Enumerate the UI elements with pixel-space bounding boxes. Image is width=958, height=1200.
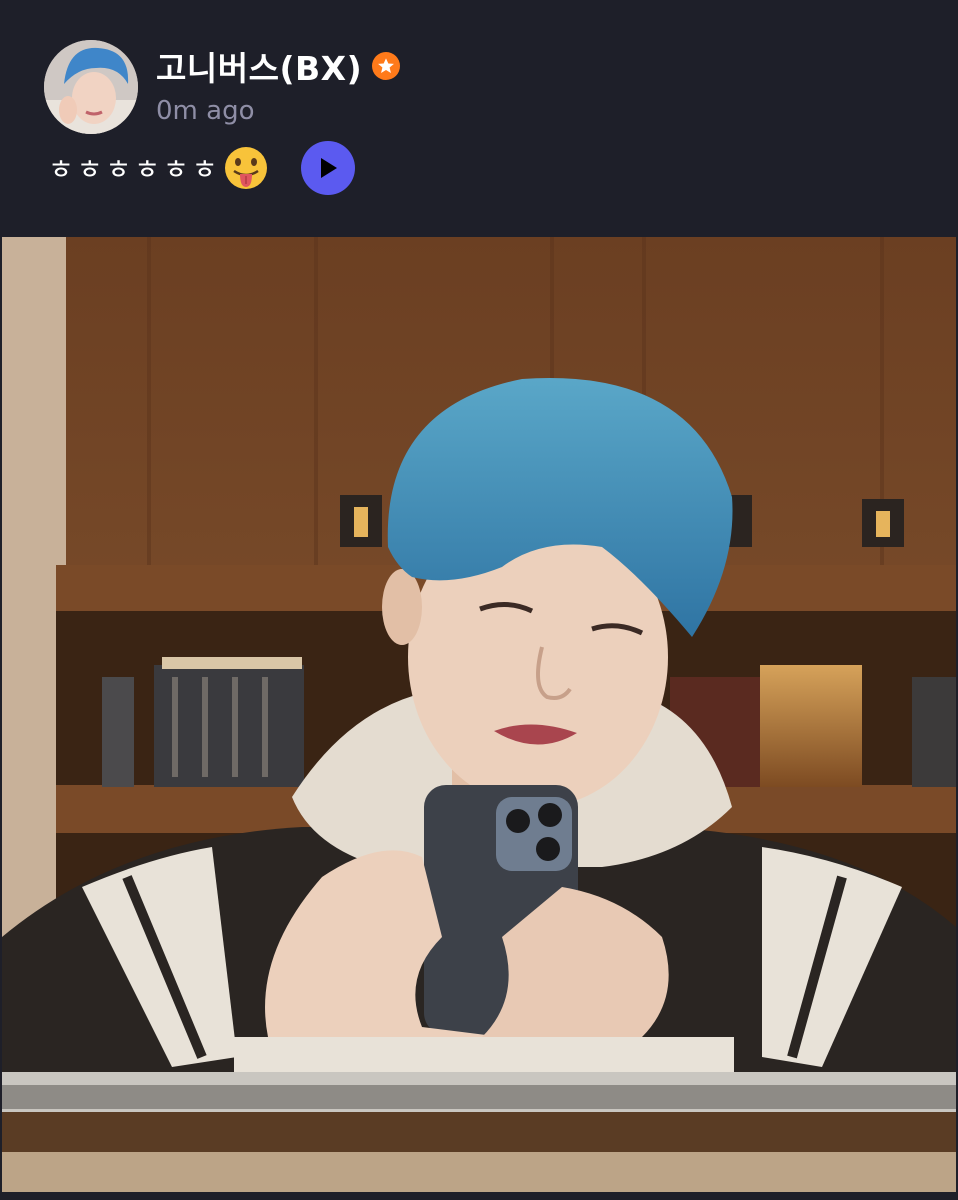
face-with-tongue-icon xyxy=(224,147,267,189)
post-header: 고니버스(BX) 0m ago ㅎㅎㅎㅎㅎㅎ xyxy=(0,0,958,237)
post-timestamp: 0m ago xyxy=(156,96,255,126)
avatar-photo xyxy=(44,40,138,134)
star-badge-icon xyxy=(372,52,401,80)
author-avatar[interactable] xyxy=(44,40,138,134)
play-icon xyxy=(320,158,337,178)
message-row: ㅎㅎㅎㅎㅎㅎ xyxy=(48,140,355,196)
author-row: 고니버스(BX) xyxy=(156,42,401,90)
post-photo[interactable] xyxy=(2,237,956,1192)
message-text: ㅎㅎㅎㅎㅎㅎ xyxy=(48,153,221,186)
mirror-selfie-photo xyxy=(2,237,956,1192)
play-button[interactable] xyxy=(300,141,355,195)
author-name[interactable]: 고니버스(BX) xyxy=(156,42,362,90)
